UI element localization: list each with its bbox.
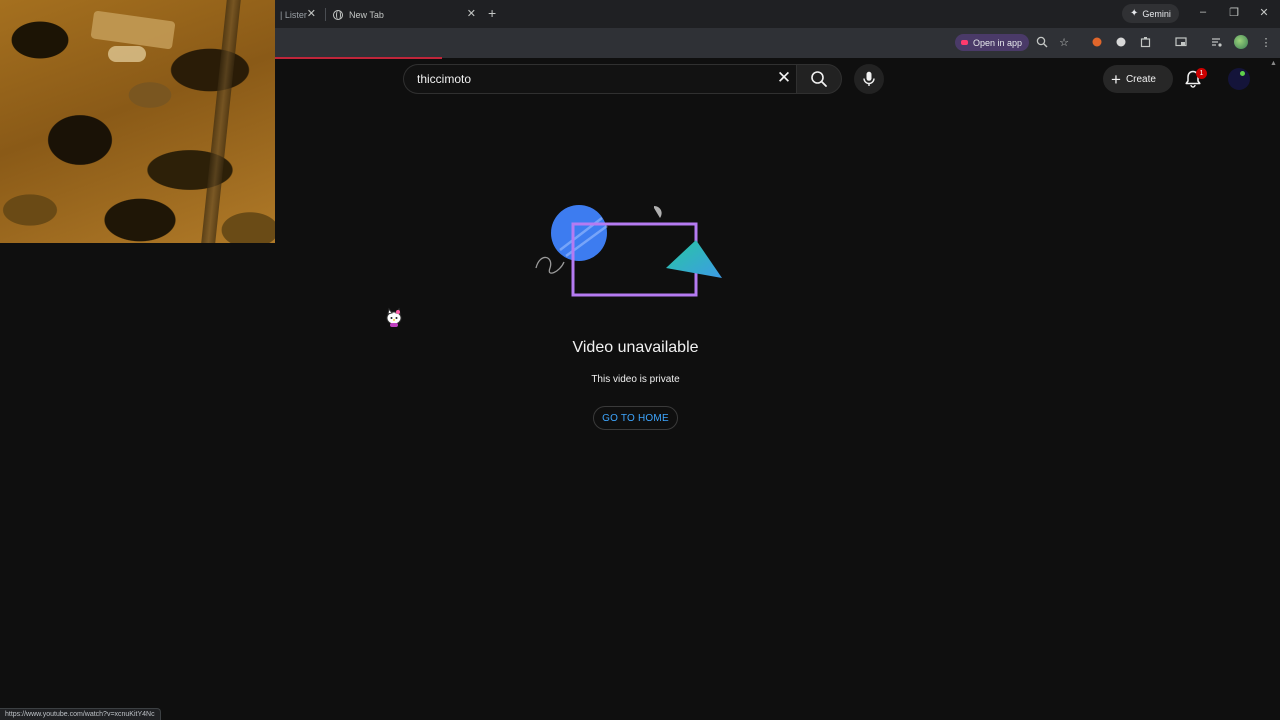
open-in-app-button[interactable]: Open in app [955, 34, 1030, 51]
status-dot [1240, 71, 1245, 76]
webcam-zipper [201, 0, 241, 243]
tab-close-icon[interactable]: ✕ [307, 7, 316, 20]
webcam-jacket-patch-small [108, 46, 146, 62]
extension-orange-icon[interactable] [1090, 36, 1104, 50]
open-in-app-label: Open in app [973, 37, 1023, 48]
gemini-label: Gemini [1142, 8, 1171, 19]
page-loading-bar [275, 57, 442, 59]
search-icon [811, 71, 827, 87]
webcam-overlay [0, 0, 275, 243]
extension-white-icon[interactable] [1114, 36, 1128, 50]
browser-menu-icon[interactable]: ⋮ [1259, 36, 1273, 50]
scrollbar-up-arrow-icon[interactable]: ▲ [1270, 60, 1277, 67]
mic-icon [863, 71, 875, 86]
restore-icon[interactable]: ❐ [1226, 6, 1242, 19]
media-controls-icon[interactable] [1210, 36, 1224, 50]
go-to-home-button[interactable]: GO TO HOME [593, 406, 678, 430]
hello-kitty-cursor-icon [386, 307, 402, 327]
globe-icon [333, 10, 343, 20]
gemini-sparkle-icon: ✦ [1130, 8, 1139, 19]
search-button[interactable] [796, 64, 842, 94]
browser-tab-lister[interactable]: | Lister ✕ [272, 4, 322, 26]
webcam-jacket-patch [90, 10, 176, 50]
search-input[interactable] [415, 71, 755, 87]
zoom-icon[interactable] [1035, 36, 1049, 50]
tab-close-icon[interactable]: ✕ [467, 7, 476, 20]
page-title: Video unavailable [572, 339, 699, 356]
tab-title: New Tab [349, 10, 384, 20]
bookmark-star-icon[interactable]: ☆ [1057, 36, 1071, 50]
plus-icon: + [1111, 69, 1121, 89]
browser-profile-avatar[interactable] [1234, 35, 1248, 49]
status-bar-url: https://www.youtube.com/watch?v=xcnuKitY… [0, 708, 161, 720]
youtube-icon [961, 40, 968, 45]
account-avatar[interactable] [1228, 68, 1250, 90]
create-button[interactable]: + Create [1103, 65, 1173, 93]
video-unavailable-illustration [535, 205, 722, 297]
close-icon[interactable]: ✕ [775, 69, 793, 87]
minimize-icon[interactable]: – [1195, 6, 1211, 18]
close-window-icon[interactable]: ✕ [1256, 6, 1272, 19]
tab-title: | Lister [280, 10, 307, 20]
extensions-puzzle-icon[interactable] [1139, 36, 1153, 50]
page-subtitle: This video is private [591, 374, 680, 385]
browser-tab-new-tab[interactable]: New Tab ✕ [326, 4, 482, 26]
create-label: Create [1125, 73, 1156, 85]
cast-icon[interactable] [1174, 36, 1188, 50]
new-tab-button[interactable]: + [488, 5, 496, 21]
voice-search-button[interactable] [854, 64, 884, 94]
gemini-button[interactable]: ✦ Gemini [1122, 4, 1179, 23]
search-box [403, 64, 796, 94]
notification-count-badge: 1 [1196, 68, 1207, 79]
